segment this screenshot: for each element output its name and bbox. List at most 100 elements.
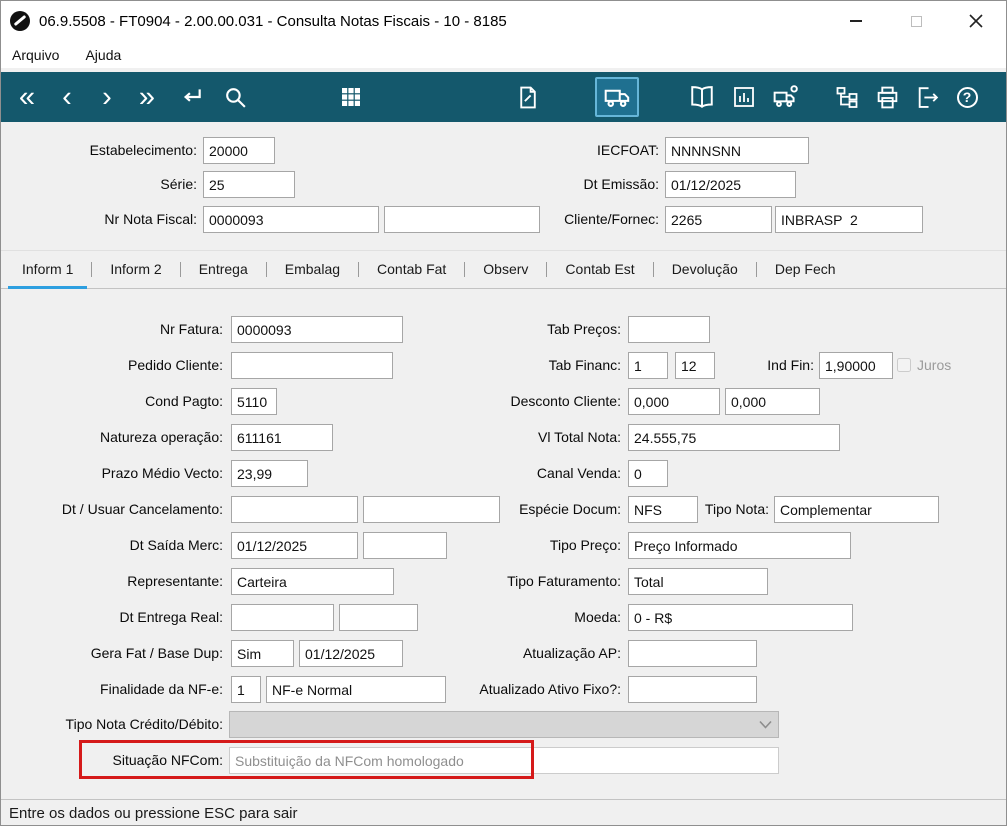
tab-contab-fat[interactable]: Contab Fat [360,251,463,288]
tab-financ-input-2[interactable] [675,352,715,379]
new-document-button[interactable] [509,78,545,116]
dt-saida-merc-input[interactable] [231,532,358,559]
dt-emissao-input[interactable] [665,171,796,198]
menu-arquivo[interactable]: Arquivo [12,47,59,63]
natureza-operacao-input[interactable] [231,424,333,451]
iecfoat-label: IECFOAT: [597,142,659,158]
finalidade-nfe-desc-input[interactable] [266,676,446,703]
iecfoat-input[interactable] [665,137,809,164]
grid-button[interactable] [333,78,369,116]
search-icon [225,87,246,108]
tab-dep-fech[interactable]: Dep Fech [758,251,853,288]
app-window: 06.9.5508 - FT0904 - 2.00.00.031 - Consu… [0,0,1007,826]
tab-financ-input[interactable] [628,352,668,379]
tab-separator [179,262,181,277]
desconto-cliente-input[interactable] [628,388,720,415]
close-button[interactable] [946,1,1006,41]
cliente-fornec-label: Cliente/Fornec: [564,211,659,227]
atualizado-ativo-fixo-input[interactable] [628,676,757,703]
juros-checkbox[interactable] [897,358,911,372]
tab-observ[interactable]: Observ [466,251,545,288]
help-button[interactable]: ? [949,78,985,116]
truck-gear-icon [773,85,798,107]
tab-inform-2[interactable]: Inform 2 [93,251,178,288]
vl-total-nota-input[interactable] [628,424,840,451]
nr-nota-fiscal-input[interactable] [203,206,379,233]
close-icon [969,14,983,28]
estabelecimento-input[interactable] [203,137,275,164]
tab-separator [546,262,548,277]
confirm-button[interactable] [173,78,209,116]
go-first-button[interactable]: « [9,78,45,116]
exit-button[interactable] [909,78,945,116]
usuar-cancelamento-input[interactable] [363,496,500,523]
minimize-button[interactable] [826,1,886,41]
tipo-nota-credito-debito-select[interactable] [229,711,779,738]
maximize-icon [910,15,922,27]
go-last-button[interactable]: » [129,78,165,116]
moeda-input[interactable] [628,604,853,631]
base-dup-input[interactable] [299,640,403,667]
chart-button[interactable] [726,78,762,116]
dt-emissao-label: Dt Emissão: [583,176,659,192]
truck-settings-button[interactable] [768,78,804,116]
dt-cancelamento-input[interactable] [231,496,358,523]
nr-fatura-input[interactable] [231,316,403,343]
tipo-faturamento-input[interactable] [628,568,768,595]
tab-separator [91,262,93,277]
cond-pagto-input[interactable] [231,388,277,415]
tipo-preco-input[interactable] [628,532,851,559]
book-button[interactable] [684,78,720,116]
search-button[interactable] [217,78,253,116]
pedido-cliente-input[interactable] [231,352,393,379]
chevron-right-icon: › [102,80,112,113]
dt-saida-merc-input-2[interactable] [363,532,447,559]
tab-inform-1[interactable]: Inform 1 [5,251,90,289]
situacao-nfcom-input[interactable] [229,747,779,774]
maximize-button[interactable] [886,1,946,41]
atualizacao-ap-label: Atualização AP: [522,645,621,661]
cliente-fornec-input[interactable] [665,206,772,233]
cliente-fornec-name-input[interactable] [775,206,923,233]
dt-entrega-real-input[interactable] [231,604,334,631]
menu-ajuda[interactable]: Ajuda [85,47,121,63]
gera-fat-input[interactable] [231,640,294,667]
prazo-medio-vecto-input[interactable] [231,460,308,487]
canal-venda-label: Canal Venda: [536,465,621,481]
canal-venda-input[interactable] [628,460,668,487]
tab-separator [464,262,466,277]
chevron-left-icon: ‹ [62,80,72,113]
tab-entrega[interactable]: Entrega [182,251,265,288]
ind-fin-input[interactable] [819,352,893,379]
hierarchy-button[interactable] [829,78,865,116]
truck-icon [604,89,629,107]
go-next-button[interactable]: › [89,78,125,116]
estabelecimento-label: Estabelecimento: [89,142,197,158]
serie-input[interactable] [203,171,295,198]
toolbar: « ‹ › » ? [1,72,1006,122]
representante-input[interactable] [231,568,394,595]
help-icon: ? [956,86,978,108]
atualizacao-ap-input[interactable] [628,640,757,667]
tab-contab-est[interactable]: Contab Est [548,251,651,288]
gera-fat-base-dup-label: Gera Fat / Base Dup: [90,645,223,661]
especie-docum-input[interactable] [628,496,698,523]
desconto-cliente-input-2[interactable] [725,388,820,415]
finalidade-nfe-input[interactable] [231,676,261,703]
tipo-nota-input[interactable] [774,496,939,523]
tab-devolucao[interactable]: Devolução [655,251,755,288]
dt-entrega-real-input-2[interactable] [339,604,418,631]
situacao-nfcom-label: Situação NFCom: [112,752,223,768]
tab-embalag[interactable]: Embalag [268,251,357,288]
finalidade-nfe-label: Finalidade da NF-e: [100,681,223,697]
truck-button[interactable] [595,77,639,117]
tab-financ-label: Tab Financ: [548,357,621,373]
dt-usuar-cancelamento-label: Dt / Usuar Cancelamento: [61,501,223,517]
tab-precos-input[interactable] [628,316,710,343]
window-title: 06.9.5508 - FT0904 - 2.00.00.031 - Consu… [39,12,507,30]
tab-separator [265,262,267,277]
print-button[interactable] [869,78,905,116]
go-prev-button[interactable]: ‹ [49,78,85,116]
desconto-cliente-label: Desconto Cliente: [510,393,621,409]
tab-separator [358,262,360,277]
